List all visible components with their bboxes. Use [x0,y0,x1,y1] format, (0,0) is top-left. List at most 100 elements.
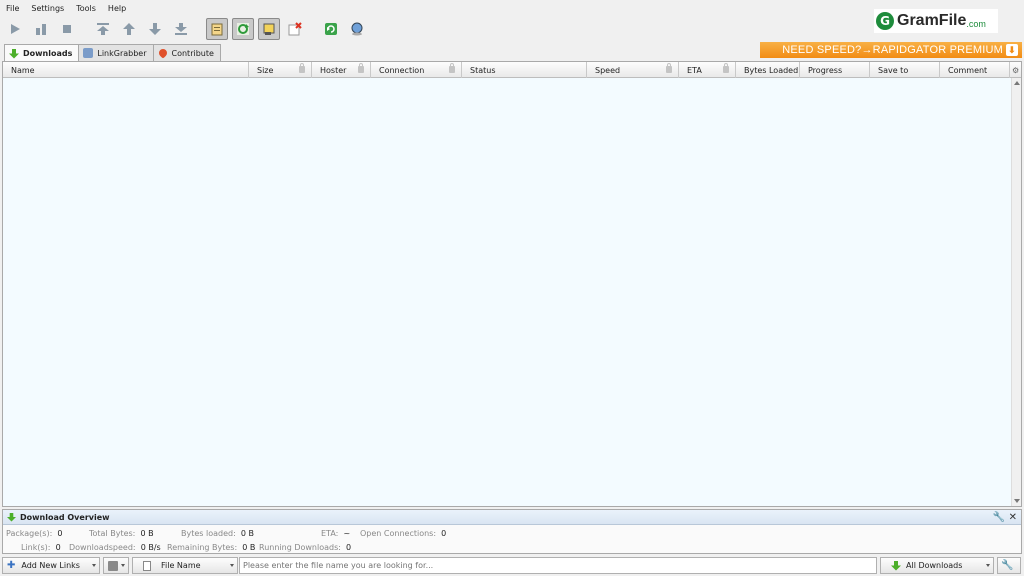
overview-running-downloads: Running Downloads: 0 [259,542,352,552]
reconnect-icon [325,23,337,35]
menu-tools[interactable]: Tools [76,4,96,13]
main-tabs: Downloads LinkGrabber Contribute [4,44,221,62]
overview-downloadspeed: Downloadspeed: 0 B/s [69,542,161,552]
reconnect-button[interactable] [320,18,342,40]
table-header: Name Size Hoster Connection Status Speed… [3,62,1021,78]
download-arrow-icon: ⬇ [1006,44,1018,56]
update-icon [351,22,363,36]
play-icon [11,24,20,34]
settings-tools-icon: 🔧 [1001,560,1014,571]
bottom-bar: ✚ Add New Links File Name All Downloads … [0,556,1024,576]
lock-icon [449,63,455,73]
premium-toggle-icon [263,23,275,35]
column-header-bytes-loaded[interactable]: Bytes Loaded [736,62,800,78]
move-top-icon [97,23,109,35]
table-scrollbar[interactable] [1011,78,1021,506]
download-filter-select[interactable]: All Downloads [880,557,994,574]
pause-downloads-button[interactable] [30,18,52,40]
delete-menu-button[interactable] [103,557,129,574]
stop-icon [63,25,71,33]
column-settings-button[interactable]: ⚙ [1010,62,1021,78]
column-header-connection[interactable]: Connection [371,62,462,78]
menu-file[interactable]: File [6,4,19,13]
download-arrow-icon [7,512,16,522]
tab-label: Contribute [171,48,214,58]
overview-links: Link(s): 0 [21,542,61,552]
overview-packages: Package(s): 0 [6,528,63,538]
lock-icon [299,63,305,73]
gramfile-logo: G GramFile .com [874,9,998,33]
column-header-progress[interactable]: Progress [800,62,870,78]
menu-help[interactable]: Help [108,4,126,13]
overview-header: Download Overview 🔧 ✕ [3,510,1021,525]
overview-total-bytes: Total Bytes: 0 B [89,528,154,538]
tab-label: Downloads [23,49,73,58]
clipboard-observer-icon [211,23,223,36]
move-up-icon [123,23,135,35]
column-header-size[interactable]: Size [249,62,312,78]
tab-contribute[interactable]: Contribute [152,44,221,61]
column-header-comment[interactable]: Comment [940,62,1010,78]
search-input[interactable] [239,557,877,574]
move-down-button[interactable] [144,18,166,40]
banner-text: NEED SPEED?→RAPIDGATOR PREMIUM [782,44,1003,56]
toolbar [0,16,860,42]
start-downloads-button[interactable] [4,18,26,40]
column-header-hoster[interactable]: Hoster [312,62,371,78]
wrench-icon[interactable]: 🔧 [993,512,1005,523]
move-down-icon [149,23,161,35]
add-new-links-button[interactable]: ✚ Add New Links [2,557,100,574]
lock-icon [358,63,364,73]
auto-reconnect-toggle[interactable] [232,18,254,40]
document-icon [143,560,151,571]
column-header-eta[interactable]: ETA [679,62,736,78]
overview-eta: ETA: ~ [321,528,351,538]
tab-downloads[interactable]: Downloads [4,44,80,62]
clipboard-observer-toggle[interactable] [206,18,228,40]
move-up-button[interactable] [118,18,140,40]
clear-button[interactable] [284,18,306,40]
premium-banner[interactable]: NEED SPEED?→RAPIDGATOR PREMIUM ⬇ [760,42,1022,58]
chevron-down-icon [121,564,125,567]
clear-icon [288,22,302,36]
tab-linkgrabber[interactable]: LinkGrabber [78,44,154,61]
heart-icon [156,47,169,59]
download-arrow-icon [891,560,901,571]
close-icon[interactable]: ✕ [1009,512,1017,523]
chevron-down-icon [986,564,990,567]
premium-toggle[interactable] [258,18,280,40]
download-arrow-icon [9,48,19,59]
scroll-up-icon[interactable] [1014,81,1020,85]
lock-icon [723,63,729,73]
trash-icon [108,560,118,571]
search-field-selector[interactable]: File Name [132,557,238,574]
scroll-down-icon[interactable] [1014,499,1020,503]
plus-icon: ✚ [7,560,16,571]
chevron-down-icon [230,564,234,567]
overview-remaining-bytes: Remaining Bytes: 0 B [167,542,256,552]
overview-controls: 🔧 ✕ [993,512,1017,523]
update-button[interactable] [346,18,368,40]
lock-icon [666,63,672,73]
tab-label: LinkGrabber [97,48,147,58]
download-overview-panel: Download Overview 🔧 ✕ Package(s): 0 Tota… [2,509,1022,554]
overview-bytes-loaded: Bytes loaded: 0 B [181,528,255,538]
menu-settings[interactable]: Settings [31,4,64,13]
column-header-speed[interactable]: Speed [587,62,679,78]
menu-bar: File Settings Tools Help [0,0,1024,16]
column-header-name[interactable]: Name [3,62,249,78]
logo-tld: .com [966,18,986,29]
move-bottom-icon [175,23,187,35]
column-header-save-to[interactable]: Save to [870,62,940,78]
gear-icon: ⚙ [1012,65,1020,75]
logo-brand: GramFile [897,12,967,29]
move-bottom-button[interactable] [170,18,192,40]
downloads-table[interactable]: Name Size Hoster Connection Status Speed… [2,61,1022,507]
linkgrabber-icon [83,48,94,58]
pause-icon [36,24,46,35]
column-header-status[interactable]: Status [462,62,587,78]
move-top-button[interactable] [92,18,114,40]
quick-settings-button[interactable]: 🔧 [997,557,1021,574]
overview-open-connections: Open Connections: 0 [360,528,447,538]
stop-downloads-button[interactable] [56,18,78,40]
